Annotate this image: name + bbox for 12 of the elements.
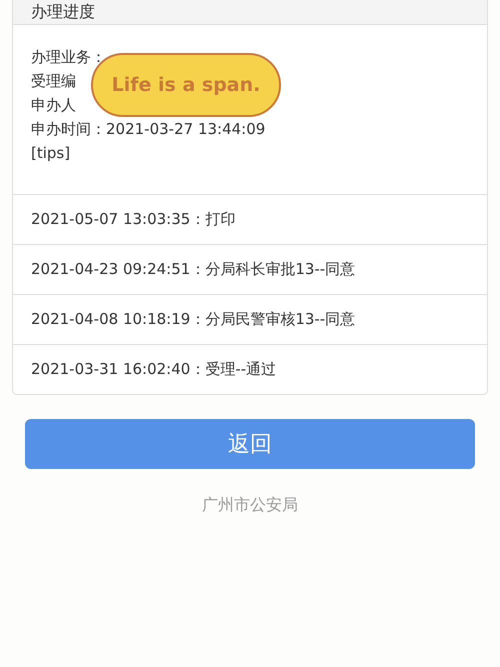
info-line: 办理业务：	[31, 47, 106, 68]
back-button[interactable]: 返回	[25, 419, 475, 469]
info-line: [tips]	[31, 143, 70, 164]
progress-entry: 2021-03-31 16:02:40：受理--通过	[30, 359, 278, 380]
panel-title: 办理进度	[31, 4, 95, 20]
footer-text: 广州市公安局	[202, 495, 298, 516]
progress-entry: 2021-04-23 09:24:51：分局科长审批13--同意	[13, 245, 487, 295]
info-line: 受理编	[31, 71, 76, 92]
progress-entry: 2021-04-08 10:18:19：分局民警审核13--同意	[13, 295, 487, 345]
info-line: 申办人	[31, 95, 76, 116]
info-line: 申办时间：2021-03-27 13:44:09	[31, 119, 266, 140]
progress-entry: 2021-05-07 13:03:35：打印	[13, 195, 487, 245]
